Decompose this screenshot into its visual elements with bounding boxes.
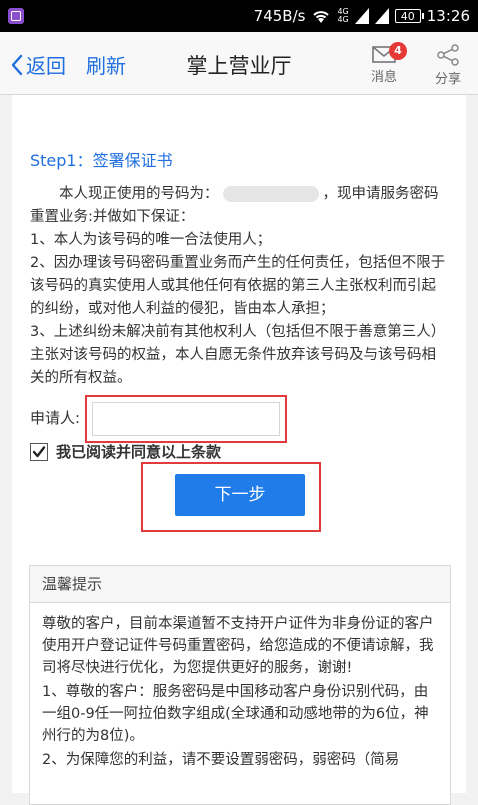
signal-icon — [354, 8, 369, 24]
agree-label: 我已阅读并同意以上条款 — [56, 443, 222, 461]
share-icon — [437, 44, 459, 66]
message-count-badge: 4 — [389, 42, 407, 60]
checkmark-icon — [32, 445, 46, 457]
battery-icon: 40 — [394, 9, 424, 23]
back-button[interactable]: 返回 — [10, 50, 66, 79]
agree-terms[interactable]: 我已阅读并同意以上条款 — [30, 441, 221, 462]
guarantee-agreement: 本人现正使用的号码为： ，现申请服务密码重置业务:并做如下保证： 1、本人为该号码… — [30, 183, 450, 390]
main-content: Step1：签署保证书 本人现正使用的号码为： ，现申请服务密码重置业务:并做如下… — [12, 95, 466, 805]
tips-paragraph-2: 1、尊敬的客户：服务密码是中国移动客户身份识别代码，由一组0-9任一阿拉伯数字组… — [42, 684, 429, 744]
clock: 13:26 — [426, 7, 470, 25]
applicant-highlight — [85, 395, 287, 443]
tips-paragraph-1: 尊敬的客户，目前本渠道暂不支持开户证件为非身份证的客户使用开户登记证件号码重置密… — [42, 616, 434, 676]
agreement-clause-2: 2、因办理该号码密码重置业务而产生的任何责任，包括但不限于该号码的真实使用人或其… — [30, 255, 446, 317]
messages-label: 消息 — [370, 70, 397, 85]
share-button[interactable]: 分享 — [428, 40, 468, 90]
agreement-intro: 本人现正使用的号码为： ，现申请服务密码重置业务:并做如下保证： — [30, 186, 439, 225]
agreement-clause-3: 3、上述纠纷未解决前有其他权利人（包括但不限于善意第三人）主张对该号码的权益，本… — [30, 324, 446, 386]
agree-checkbox[interactable] — [30, 442, 48, 461]
messages-button[interactable]: 4 消息 — [364, 40, 407, 90]
step-title: Step1：签署保证书 — [30, 151, 173, 170]
signal-icon-2 — [374, 8, 389, 24]
tips-title: 温馨提示 — [30, 566, 450, 603]
tips-paragraph-3: 2、为保障您的利益，请不要设置弱密码，弱密码（简易 — [42, 752, 400, 768]
chevron-left-icon — [11, 54, 23, 75]
next-step-button[interactable]: 下一步 — [175, 474, 305, 516]
status-indicators: 745B/s 4G 4G 40 13:26 — [254, 0, 470, 32]
app-header: 返回 刷新 掌上营业厅 4 消息 分享 — [0, 32, 478, 95]
agreement-clause-1: 1、本人为该号码的唯一合法使用人； — [30, 232, 272, 248]
tips-panel: 温馨提示 尊敬的客户，目前本渠道暂不支持开户证件为非身份证的客户使用开户登记证件… — [29, 565, 451, 805]
applicant-input[interactable] — [92, 402, 280, 436]
page-title: 掌上营业厅 — [186, 54, 292, 78]
refresh-button[interactable]: 刷新 — [86, 50, 126, 79]
share-label: 分享 — [434, 72, 461, 87]
network-type: 4G 4G — [337, 7, 349, 24]
status-bar: 745B/s 4G 4G 40 13:26 — [0, 0, 478, 32]
network-speed: 745B/s — [253, 7, 306, 25]
tips-body: 尊敬的客户，目前本渠道暂不支持开户证件为非身份证的客户使用开户登记证件号码重置密… — [30, 603, 450, 771]
wifi-icon — [313, 11, 330, 23]
app-notification-icon — [8, 8, 24, 24]
applicant-label: 申请人: — [30, 409, 81, 427]
masked-phone-number — [222, 186, 319, 202]
back-label: 返回 — [26, 54, 66, 78]
